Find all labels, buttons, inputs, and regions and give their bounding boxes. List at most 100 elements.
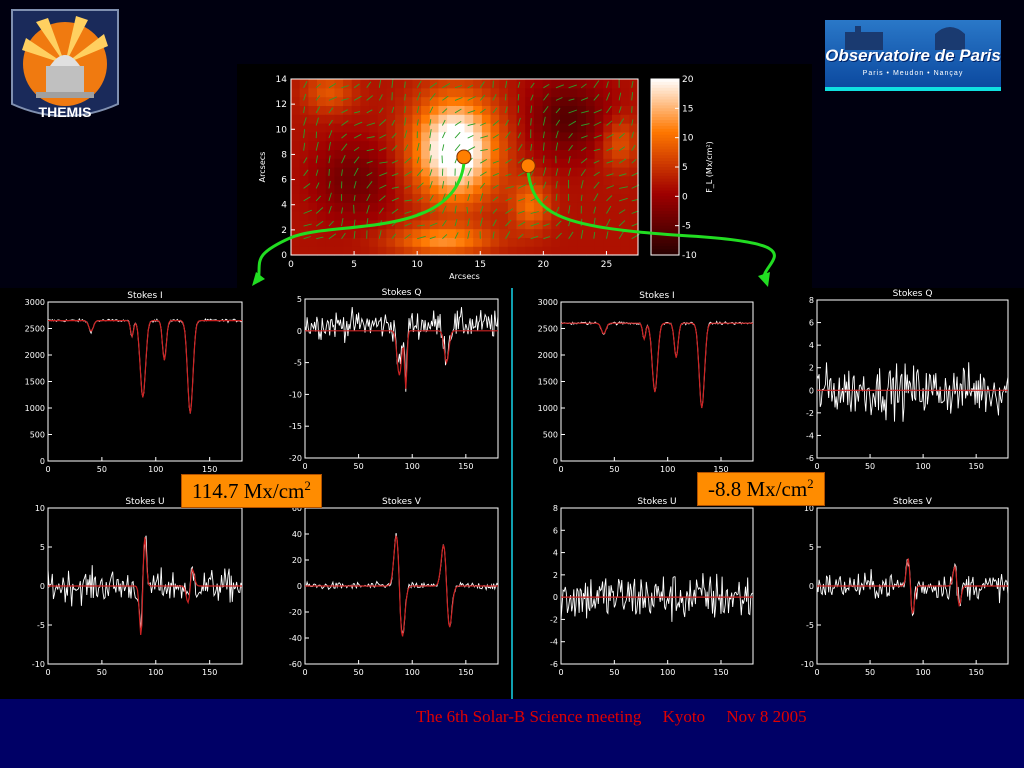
- heatmap-cell: [421, 114, 431, 124]
- heatmap-cell: [317, 167, 327, 177]
- heatmap-cell: [559, 175, 570, 186]
- heatmap-cell: [516, 131, 526, 142]
- map-x-tick-label: 25: [601, 260, 612, 270]
- colorbar-label: F_L (Mx/cm²): [705, 141, 714, 193]
- heatmap-cell: [412, 105, 422, 115]
- heatmap-cell: [594, 167, 604, 177]
- heatmap-cell: [629, 219, 639, 230]
- heatmap-cell: [586, 114, 596, 124]
- x-tick-label: 50: [354, 462, 364, 471]
- heatmap-cell: [351, 105, 361, 115]
- heatmap-cell: [351, 211, 361, 221]
- y-tick-label: -10: [289, 390, 302, 399]
- heatmap-cell: [577, 105, 587, 115]
- heatmap-cell: [612, 79, 622, 89]
- heatmap-cell: [334, 149, 344, 159]
- heatmap-cell: [386, 123, 396, 133]
- heatmap-cell: [325, 123, 335, 133]
- heatmap-cell: [299, 158, 309, 168]
- heatmap-cell: [395, 246, 405, 256]
- heatmap-cell: [516, 184, 526, 194]
- heatmap-cell: [317, 202, 327, 212]
- heatmap-cell: [438, 237, 448, 247]
- heatmap-cell: [620, 184, 630, 194]
- x-tick-label: 0: [814, 668, 819, 677]
- heatmap-cell: [620, 211, 630, 221]
- heatmap-cell: [429, 237, 440, 247]
- heatmap-cell: [412, 202, 422, 212]
- heatmap-cell: [586, 246, 596, 256]
- heatmap-cell: [603, 175, 613, 186]
- map-y-tick-label: 0: [281, 251, 287, 261]
- heatmap-cell: [455, 211, 466, 221]
- heatmap-cell: [369, 193, 379, 203]
- left-flux-exponent: 2: [304, 478, 311, 493]
- heatmap-cell: [351, 87, 361, 98]
- field-vector: [492, 80, 494, 88]
- heatmap-cell: [612, 211, 622, 221]
- heatmap-cell: [351, 96, 361, 106]
- x-tick-label: 150: [713, 668, 728, 677]
- heatmap-cell: [429, 140, 440, 150]
- heatmap-cell: [421, 87, 431, 98]
- y-tick-label: 20: [292, 556, 302, 565]
- y-tick-label: -5: [806, 621, 814, 630]
- heatmap-cell: [291, 105, 301, 115]
- right-flux-label: -8.8 Mx/cm2: [697, 472, 825, 506]
- heatmap-cell: [308, 246, 318, 256]
- heatmap-cell: [542, 96, 552, 106]
- heatmap-cell: [334, 105, 344, 115]
- heatmap-cell: [516, 175, 526, 186]
- heatmap-cell: [612, 202, 622, 212]
- heatmap-cell: [351, 149, 361, 159]
- plot-title: Stokes Q: [382, 288, 422, 298]
- heatmap-cell: [343, 158, 353, 168]
- heatmap-cell: [343, 246, 353, 256]
- heatmap-cell: [438, 87, 448, 98]
- heatmap-cell: [291, 123, 301, 133]
- heatmap-cell: [559, 140, 570, 150]
- map-x-tick-label: 5: [351, 260, 357, 270]
- heatmap-cell: [325, 167, 335, 177]
- heatmap-cell: [525, 105, 535, 115]
- heatmap-cell: [473, 175, 483, 186]
- heatmap-cell: [473, 131, 483, 142]
- heatmap-cell: [291, 158, 301, 168]
- heatmap-cell: [481, 219, 492, 230]
- heatmap-cell: [464, 167, 474, 177]
- y-tick-label: 2000: [25, 351, 45, 360]
- map-y-tick-label: 8: [281, 150, 287, 160]
- y-tick-label: -6: [550, 660, 558, 669]
- heatmap-cell: [360, 87, 370, 98]
- heatmap-cell: [542, 246, 552, 256]
- heatmap-cell: [481, 167, 492, 177]
- heatmap-cell: [343, 96, 353, 106]
- heatmap-cell: [395, 87, 405, 98]
- heatmap-cell: [603, 149, 613, 159]
- x-tick-label: 100: [660, 465, 675, 474]
- heatmap-cell: [395, 193, 405, 203]
- heatmap-cell: [351, 202, 361, 212]
- heatmap-cell: [586, 140, 596, 150]
- map-x-tick-label: 10: [411, 260, 423, 270]
- heatmap-cell: [620, 114, 630, 124]
- heatmap-cell: [612, 131, 622, 142]
- heatmap-cell: [334, 193, 344, 203]
- heatmap-cell: [507, 246, 518, 256]
- heatmap-cell: [612, 114, 622, 124]
- heatmap-cell: [533, 167, 544, 177]
- heatmap-cell: [308, 105, 318, 115]
- heatmap-cell: [412, 140, 422, 150]
- heatmap-cell: [421, 167, 431, 177]
- heatmap-cell: [481, 202, 492, 212]
- heatmap-cell: [620, 246, 630, 256]
- heatmap-cell: [412, 175, 422, 186]
- heatmap-cell: [507, 175, 518, 186]
- colorbar-tick-label: -10: [682, 251, 697, 261]
- heatmap-cell: [594, 211, 604, 221]
- heatmap-cell: [317, 158, 327, 168]
- heatmap-cell: [438, 167, 448, 177]
- heatmap-cell: [594, 237, 604, 247]
- heatmap-cell: [586, 202, 596, 212]
- heatmap-cell: [473, 87, 483, 98]
